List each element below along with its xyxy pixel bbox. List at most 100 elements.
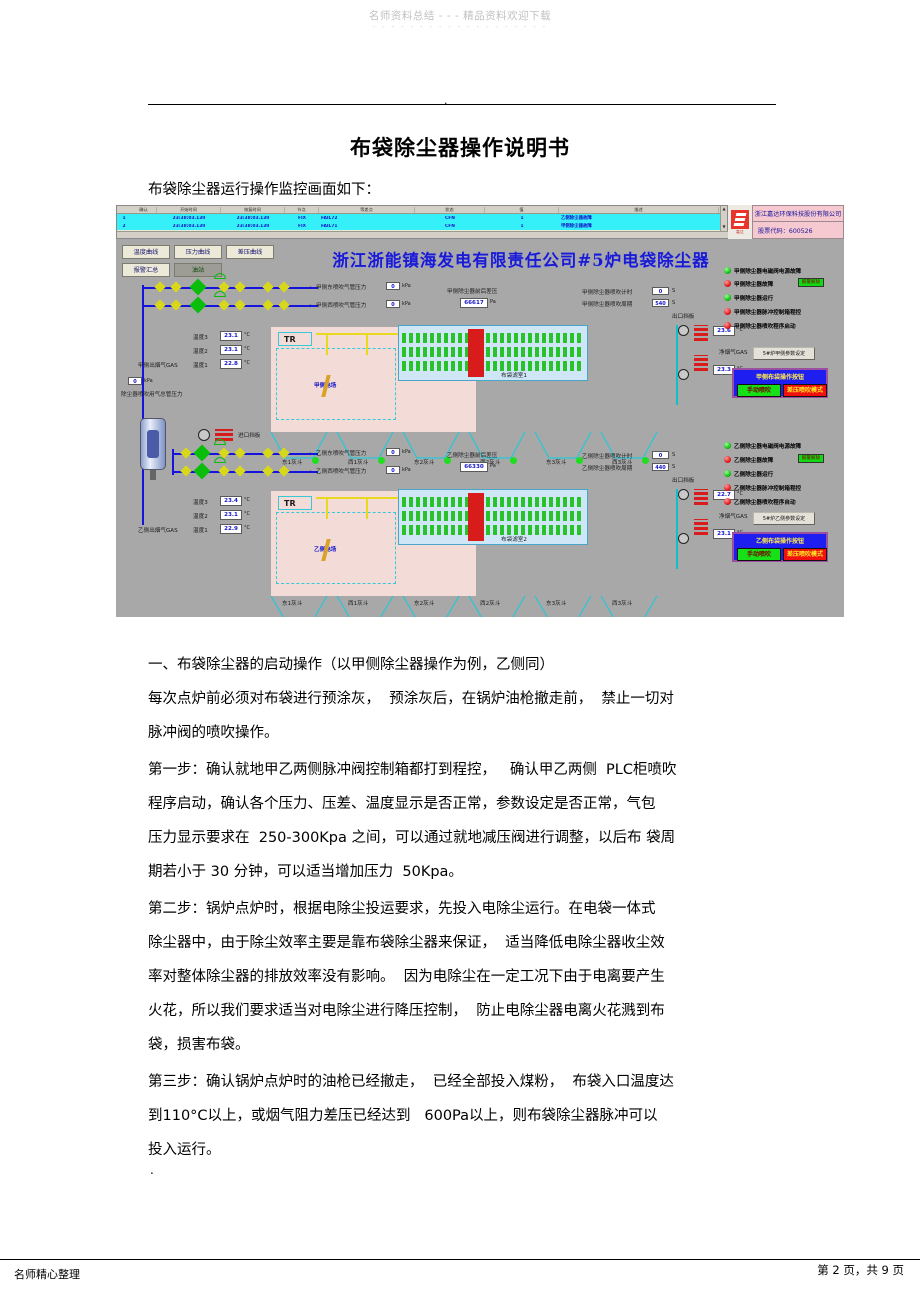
lamp-jia-status-3: [724, 308, 731, 315]
value-jia-blow-cycle: 540: [652, 299, 669, 307]
button-jia-params[interactable]: 5#炉甲侧参数设定: [753, 347, 815, 360]
trailing-dot: .: [150, 1163, 154, 1177]
valve-icon[interactable]: [278, 281, 290, 293]
pipe-jia-east: [142, 287, 318, 289]
alarm-state: CFN: [445, 223, 455, 229]
button-temp-curve[interactable]: 温度曲线: [122, 245, 170, 259]
label-yi-west-pipe-pressure: 乙侧西喷吹气管压力: [316, 469, 367, 475]
pipe-yi-riser: [172, 449, 174, 475]
lamp-jia-status-1: [724, 280, 731, 287]
label-yi-blow-cycle: 乙侧除尘器喷吹周期: [582, 466, 633, 472]
alarm-col-node: 节点: [285, 206, 319, 213]
paragraph-3: 脉冲阀的喷吹操作。: [148, 725, 279, 741]
label-jia-temp2: 温度2: [193, 349, 208, 355]
table-row[interactable]: 2 23:38:03.130 23:38:03.130 FIX FAIL71 C…: [117, 222, 727, 230]
valve-icon[interactable]: [262, 299, 274, 311]
alarm-horizontal-scrollbar[interactable]: [117, 231, 729, 238]
button-alarm-reset-yi[interactable]: 报警解除: [798, 454, 824, 463]
unit-kpa: kPa: [144, 378, 153, 384]
button-yi-dp-mode[interactable]: 差压喷吹模式: [783, 548, 827, 561]
lamp-jia-status-4: [724, 322, 731, 329]
alarm-col-desc: 描述: [559, 206, 719, 213]
alarm-idx: 2: [122, 223, 126, 229]
valve-icon[interactable]: [154, 281, 166, 293]
alarm-node: FIX: [297, 215, 307, 221]
valve-icon[interactable]: [170, 299, 182, 311]
damper-blades-yi-1: [694, 489, 708, 505]
table-row[interactable]: 1 23:38:03.130 23:38:03.130 FIX FAIL72 C…: [117, 214, 727, 222]
inlet-damper-motor-icon[interactable]: [198, 429, 210, 441]
label-outlet-damper-jia: 出口挡板: [672, 314, 695, 320]
button-alarm-reset-jia[interactable]: 报警解除: [798, 278, 824, 287]
valve-icon[interactable]: [278, 299, 290, 311]
hopper-valve-icon[interactable]: [312, 457, 319, 464]
hopper-valve-icon[interactable]: [378, 457, 385, 464]
label-filter1: 布袋滤室1: [501, 373, 527, 379]
air-tank-level: [147, 430, 159, 458]
label-jia-status-4: 甲侧除尘器喷吹程序启动: [734, 324, 796, 330]
label-jia-status-2: 甲侧除尘器运行: [734, 296, 774, 302]
button-pressure-curve[interactable]: 压力曲线: [174, 245, 222, 259]
button-yi-params[interactable]: 5#炉乙侧参数设定: [753, 512, 815, 525]
paragraph-14: 到110°C以上，或烟气阻力差压已经达到 600Pa以上，则布袋除尘器脉冲可以: [148, 1108, 658, 1124]
button-jia-dp-mode[interactable]: 差压喷吹模式: [783, 384, 827, 397]
valve-icon[interactable]: [154, 299, 166, 311]
valve-icon[interactable]: [262, 281, 274, 293]
valve-actuator-icon: [214, 439, 226, 445]
button-dp-curve[interactable]: 差压曲线: [226, 245, 274, 259]
button-alarm-summary[interactable]: 报警汇总: [122, 263, 170, 277]
valve-icon[interactable]: [234, 299, 246, 311]
alarm-table[interactable]: 确认 开始时间 恢复时间 节点 等差点 状态 值 描述 1 23:38:03.1…: [116, 205, 729, 239]
valve-icon[interactable]: [193, 444, 211, 462]
label-yi-east-pipe-pressure: 乙侧东喷吹气管压力: [316, 451, 367, 457]
company-name: 浙江嘉达环保科技股份有限公司: [752, 205, 844, 222]
unit-degc: °C: [244, 332, 250, 338]
damper-blades-jia-1: [694, 325, 708, 341]
valve-icon[interactable]: [234, 465, 246, 477]
valve-icon[interactable]: [234, 281, 246, 293]
damper-motor-icon[interactable]: [678, 325, 689, 336]
lamp-yi-status-4: [724, 498, 731, 505]
value-yi-blow-cycle: 440: [652, 463, 669, 471]
unit-pa: Pa: [490, 463, 496, 469]
label-yi-status-4: 乙侧除尘器喷吹程序自动: [734, 500, 796, 506]
footer-page-number: 第 2 页，共 9 页: [817, 1263, 904, 1277]
alarm-tag: FAIL72: [321, 215, 338, 221]
pipe-vertical-main: [142, 285, 144, 525]
scroll-down-icon[interactable]: ▼: [721, 224, 727, 230]
valve-icon[interactable]: [218, 299, 230, 311]
value-yi-west-pipe-pressure: 0: [386, 466, 400, 474]
watermark-line2: - - - - - - - - - - - - - - - - - - -: [372, 22, 548, 31]
damper-motor-icon[interactable]: [678, 369, 689, 380]
unit-s: S: [672, 464, 676, 470]
button-yi-manual-blow[interactable]: 手动喷吹: [737, 548, 781, 561]
valve-icon[interactable]: [189, 296, 207, 314]
button-jia-manual-blow[interactable]: 手动喷吹: [737, 384, 781, 397]
valve-actuator-icon: [214, 291, 226, 297]
valve-icon[interactable]: [180, 465, 192, 477]
hopper-valve-icon[interactable]: [642, 457, 649, 464]
label-jia-west-pipe-pressure: 甲侧西喷吹气管压力: [316, 303, 367, 309]
damper-motor-icon[interactable]: [678, 533, 689, 544]
valve-icon[interactable]: [193, 462, 211, 480]
scroll-up-icon[interactable]: ▲: [721, 206, 727, 212]
valve-icon[interactable]: [218, 465, 230, 477]
unit-s: S: [672, 452, 676, 458]
bag-row-jia-2: [402, 347, 584, 357]
label-clean-gas-yi: 净烟气GAS: [719, 514, 748, 520]
label-hopper-yi-4: 东3灰斗: [546, 601, 567, 607]
hopper-valve-icon[interactable]: [510, 457, 517, 464]
alarm-vertical-scrollbar[interactable]: ▲ ▼: [720, 206, 727, 232]
unit-degc: °C: [244, 511, 250, 517]
valve-icon[interactable]: [189, 278, 207, 296]
damper-motor-icon[interactable]: [678, 489, 689, 500]
valve-icon[interactable]: [234, 447, 246, 459]
paragraph-10: 率对整体除尘器的排放效率没有影响。 因为电除尘在一定工况下由于电离要产生: [148, 969, 665, 985]
yi-operation-panel: 乙侧布袋操作按钮 手动喷吹 差压喷吹模式: [732, 532, 828, 562]
paragraph-5: 程序启动，确认各个压力、压差、温度显示是否正常，参数设定是否正常，气包: [148, 796, 656, 812]
paragraph-7: 期若小于 30 分钟，可以适当增加压力 50Kpa。: [148, 864, 463, 880]
valve-icon[interactable]: [180, 447, 192, 459]
valve-icon[interactable]: [170, 281, 182, 293]
label-yi-flue-gas: 乙侧出烟气GAS: [138, 528, 178, 534]
label-yi-temp3: 温度3: [193, 500, 208, 506]
